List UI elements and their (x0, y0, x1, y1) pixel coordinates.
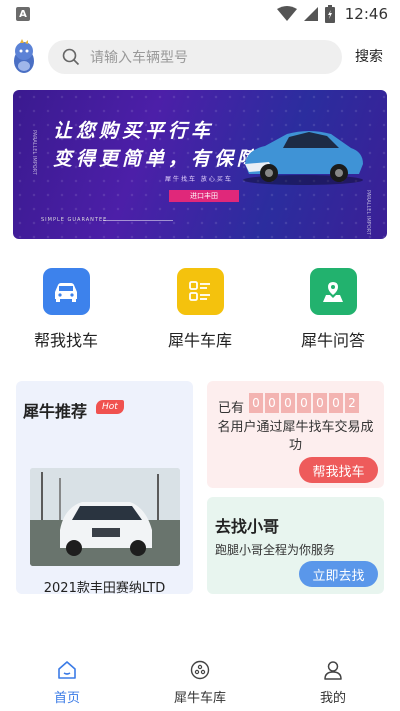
search-button[interactable]: 搜索 (355, 46, 383, 66)
bottom-nav: 首页 犀牛车库 我的 (0, 652, 400, 711)
find-guy-description: 跑腿小哥全程为你服务 (215, 543, 336, 557)
search-placeholder: 请输入车辆型号 (90, 50, 188, 66)
header: 请输入车辆型号 搜索 (0, 36, 400, 78)
battery-icon (324, 5, 335, 23)
map-location-icon (309, 268, 357, 315)
quick-entry-garage[interactable]: 犀牛车库 (150, 268, 250, 351)
counter-digit: 0 (329, 393, 343, 413)
quick-entries: 帮我找车 犀牛车库 犀牛问答 (0, 268, 400, 358)
banner-side-text-right: PARALLEL IMPORT (365, 190, 371, 235)
signal-icon (303, 7, 318, 21)
find-guy-title: 去找小哥 (215, 517, 280, 536)
find-car-description: 名用户通过犀牛找车交易成功 (217, 420, 374, 453)
nav-label: 首页 (53, 691, 80, 706)
banner-headline-2: 变得更简单，有保障 (53, 148, 261, 170)
nav-garage[interactable]: 犀牛车库 (150, 660, 250, 706)
rhino-mascot-icon[interactable] (10, 39, 38, 75)
find-guy-card: 去找小哥 跑腿小哥全程为你服务 立即去找 (207, 497, 384, 594)
nav-home[interactable]: 首页 (17, 660, 117, 706)
wifi-icon (276, 6, 297, 21)
search-input[interactable]: 请输入车辆型号 (48, 40, 342, 74)
user-counter: 0 0 0 0 0 0 2 (249, 393, 359, 413)
find-car-card: 已有 0 0 0 0 0 0 2 名用户通过犀牛找车交易成功 帮我找车 (207, 381, 384, 488)
find-car-button[interactable]: 帮我找车 (299, 457, 378, 483)
user-count-prefix: 已有 (218, 401, 245, 416)
counter-digit: 2 (345, 393, 359, 413)
counter-digit: 0 (249, 393, 263, 413)
checklist-icon (176, 268, 224, 315)
counter-digit: 0 (297, 393, 311, 413)
promo-banner[interactable]: PARALLEL IMPORT PARALLEL IMPORT 让您购买平行车 … (13, 90, 387, 239)
counter-digit: 0 (313, 393, 327, 413)
home-icon (58, 661, 76, 679)
banner-footer-text: SIMPLE GUARANTEE (41, 217, 108, 223)
status-bar: A 12:46 (0, 0, 400, 28)
banner-side-text: PARALLEL IMPORT (31, 130, 37, 175)
quick-entry-label: 帮我找车 (33, 331, 98, 350)
banner-slogan: 犀牛找车 放心买车 (165, 176, 233, 183)
banner-button[interactable]: 进口丰田 (169, 190, 239, 202)
sim-indicator-icon: A (16, 7, 30, 21)
quick-entry-label: 犀牛车库 (167, 331, 232, 350)
recommend-title: 犀牛推荐 (23, 402, 88, 421)
nav-label: 犀牛车库 (173, 691, 226, 706)
recommend-car-photo[interactable] (30, 468, 180, 566)
quick-entry-label: 犀牛问答 (300, 331, 365, 350)
recommend-card[interactable]: 犀牛推荐 Hot 2021款丰田赛纳LTD (16, 381, 193, 594)
garage-icon (190, 660, 210, 680)
user-icon (324, 661, 342, 680)
banner-divider (103, 220, 173, 221)
counter-digit: 0 (281, 393, 295, 413)
quick-entry-find-car[interactable]: 帮我找车 (16, 268, 116, 351)
clock: 12:46 (344, 5, 388, 23)
hot-badge: Hot (96, 400, 124, 414)
find-guy-button[interactable]: 立即去找 (299, 561, 378, 587)
banner-headline-1: 让您购买平行车 (53, 120, 215, 142)
nav-label: 我的 (319, 691, 346, 706)
quick-entry-qa[interactable]: 犀牛问答 (283, 268, 383, 351)
recommend-caption: 2021款丰田赛纳LTD (43, 581, 166, 594)
search-icon (62, 48, 80, 66)
car-image (243, 131, 363, 185)
nav-profile[interactable]: 我的 (283, 660, 383, 706)
counter-digit: 0 (265, 393, 279, 413)
car-icon (42, 268, 90, 315)
